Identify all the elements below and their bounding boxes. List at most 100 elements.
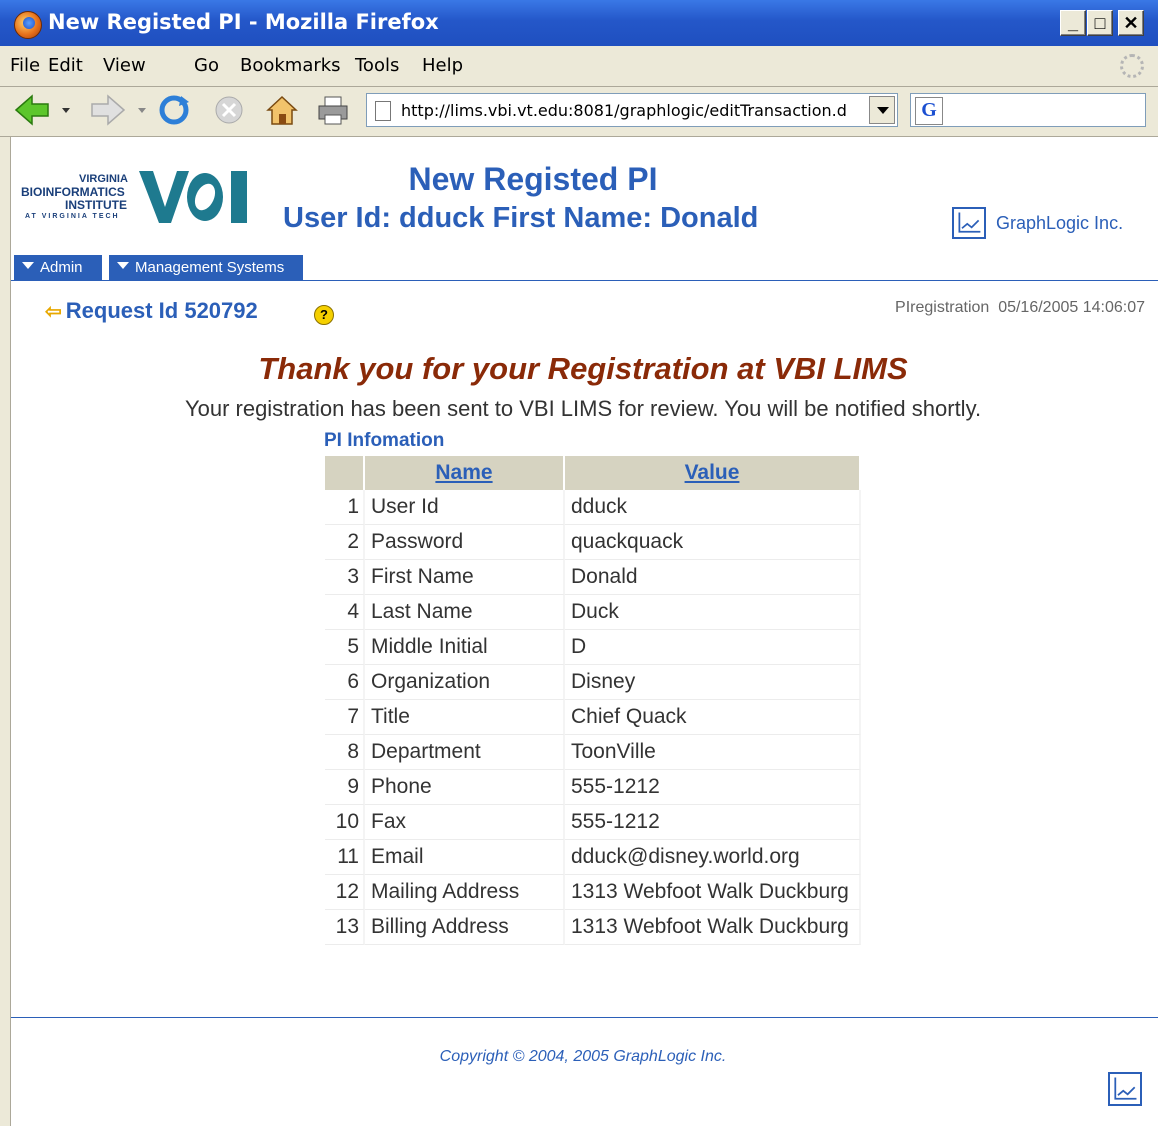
- field-name: Department: [365, 735, 565, 770]
- table-row: 13 Billing Address 1313 Webfoot Walk Duckb…: [325, 910, 861, 945]
- field-name: User Id: [365, 490, 565, 525]
- back-icon[interactable]: [14, 94, 74, 126]
- page-subtitle: User Id: dduck First Name: Donald: [283, 202, 759, 234]
- number-header: [325, 456, 365, 490]
- google-icon[interactable]: G: [915, 97, 943, 125]
- title-bar: New Registed PI - Mozilla Firefox _ □ ✕: [0, 0, 1158, 46]
- field-name: Title: [365, 700, 565, 735]
- field-value: 1313 Webfoot Walk Duckburg: [565, 875, 861, 910]
- field-value: Donald: [565, 560, 861, 595]
- window-title: New Registed PI - Mozilla Firefox: [48, 10, 439, 34]
- print-icon[interactable]: [316, 94, 350, 126]
- row-number: 6: [325, 665, 365, 700]
- page-icon: [375, 101, 391, 121]
- table-row: 6 Organization Disney: [325, 665, 861, 700]
- timestamp: 05/16/2005 14:06:07: [998, 299, 1145, 316]
- field-value: D: [565, 630, 861, 665]
- forward-icon[interactable]: [90, 94, 150, 126]
- table-row: 2 Password quackquack: [325, 525, 861, 560]
- field-value: Disney: [565, 665, 861, 700]
- maximize-button[interactable]: □: [1087, 10, 1113, 36]
- url-input[interactable]: http://lims.vbi.vt.edu:8081/graphlogic/e…: [366, 93, 898, 127]
- row-number: 10: [325, 805, 365, 840]
- value-header[interactable]: Value: [565, 456, 861, 490]
- field-value: Duck: [565, 595, 861, 630]
- header-divider: [11, 280, 1158, 281]
- page-content: VIRGINIA BIOINFORMATICS INSTITUTE AT VIR…: [10, 137, 1158, 1126]
- field-name: Phone: [365, 770, 565, 805]
- url-text: http://lims.vbi.vt.edu:8081/graphlogic/e…: [401, 101, 847, 120]
- field-value: 555-1212: [565, 770, 861, 805]
- field-value: Chief Quack: [565, 700, 861, 735]
- table-row: 9 Phone 555-1212: [325, 770, 861, 805]
- graphlogic-corner-icon[interactable]: [1108, 1072, 1142, 1106]
- menu-bar: File Edit View Go Bookmarks Tools Help: [0, 46, 1158, 87]
- row-number: 1: [325, 490, 365, 525]
- table-row: 4 Last Name Duck: [325, 595, 861, 630]
- pi-table-body: 1 User Id dduck 2 Password quackquack 3 First N…: [325, 490, 861, 945]
- graphlogic-logo-icon: [952, 207, 986, 239]
- row-number: 8: [325, 735, 365, 770]
- field-name: Mailing Address: [365, 875, 565, 910]
- section-title: PI Infomation: [324, 430, 445, 451]
- pi-table: Name Value 1 User Id dduck 2 Password quackqu…: [325, 456, 861, 945]
- row-number: 3: [325, 560, 365, 595]
- field-value: dduck@disney.world.org: [565, 840, 861, 875]
- chevron-down-icon: [117, 262, 129, 275]
- minimize-button[interactable]: _: [1060, 10, 1086, 36]
- table-row: 8 Department ToonVille: [325, 735, 861, 770]
- table-row: 7 Title Chief Quack: [325, 700, 861, 735]
- field-value: ToonVille: [565, 735, 861, 770]
- copyright: Copyright © 2004, 2005 GraphLogic Inc.: [439, 1048, 727, 1065]
- table-row: 5 Middle Initial D: [325, 630, 861, 665]
- field-name: Email: [365, 840, 565, 875]
- close-button[interactable]: ✕: [1118, 10, 1144, 36]
- field-value: quackquack: [565, 525, 861, 560]
- menu-go[interactable]: Go: [194, 55, 219, 76]
- table-row: 10 Fax 555-1212: [325, 805, 861, 840]
- table-row: 12 Mailing Address 1313 Webfoot Walk Duckb…: [325, 875, 861, 910]
- page-title: New Registed PI: [408, 161, 658, 197]
- registration-message: Your registration has been sent to VBI L…: [184, 396, 982, 421]
- menu-bookmarks[interactable]: Bookmarks: [240, 55, 341, 76]
- row-number: 13: [325, 910, 365, 945]
- firefox-icon: [14, 11, 42, 39]
- company-name: GraphLogic Inc.: [996, 213, 1124, 233]
- menu-tools[interactable]: Tools: [355, 55, 399, 76]
- field-value: 1313 Webfoot Walk Duckburg: [565, 910, 861, 945]
- request-link[interactable]: ⇦ Request Id 520792: [45, 298, 258, 324]
- field-name: Organization: [365, 665, 565, 700]
- field-name: Password: [365, 525, 565, 560]
- stop-icon[interactable]: [213, 94, 245, 126]
- reload-icon[interactable]: [157, 94, 191, 126]
- menu-help[interactable]: Help: [422, 55, 463, 76]
- admin-menu[interactable]: Admin: [14, 255, 102, 281]
- row-number: 5: [325, 630, 365, 665]
- field-name: Last Name: [365, 595, 565, 630]
- name-sort-link[interactable]: Name: [435, 461, 492, 484]
- chevron-down-icon: [22, 262, 34, 275]
- url-dropdown-button[interactable]: [869, 96, 895, 124]
- row-number: 11: [325, 840, 365, 875]
- row-number: 4: [325, 595, 365, 630]
- throbber-icon: [1120, 54, 1144, 78]
- request-meta: PIregistration 05/16/2005 14:06:07: [895, 299, 1145, 317]
- field-value: 555-1212: [565, 805, 861, 840]
- table-row: 3 First Name Donald: [325, 560, 861, 595]
- value-sort-link[interactable]: Value: [685, 461, 740, 484]
- home-icon[interactable]: [264, 94, 300, 126]
- table-row: 11 Email dduck@disney.world.org: [325, 840, 861, 875]
- search-input[interactable]: G: [910, 93, 1146, 127]
- management-systems-menu[interactable]: Management Systems: [109, 255, 303, 281]
- help-icon[interactable]: ?: [314, 305, 334, 325]
- field-name: Middle Initial: [365, 630, 565, 665]
- menu-file[interactable]: File: [10, 55, 40, 76]
- thank-you-heading: Thank you for your Registration at VBI L…: [258, 351, 908, 386]
- name-header[interactable]: Name: [365, 456, 565, 490]
- footer-divider: [11, 1017, 1158, 1018]
- table-row: 1 User Id dduck: [325, 490, 861, 525]
- field-name: Billing Address: [365, 910, 565, 945]
- menu-edit[interactable]: Edit: [48, 55, 83, 76]
- field-name: First Name: [365, 560, 565, 595]
- menu-view[interactable]: View: [103, 55, 146, 76]
